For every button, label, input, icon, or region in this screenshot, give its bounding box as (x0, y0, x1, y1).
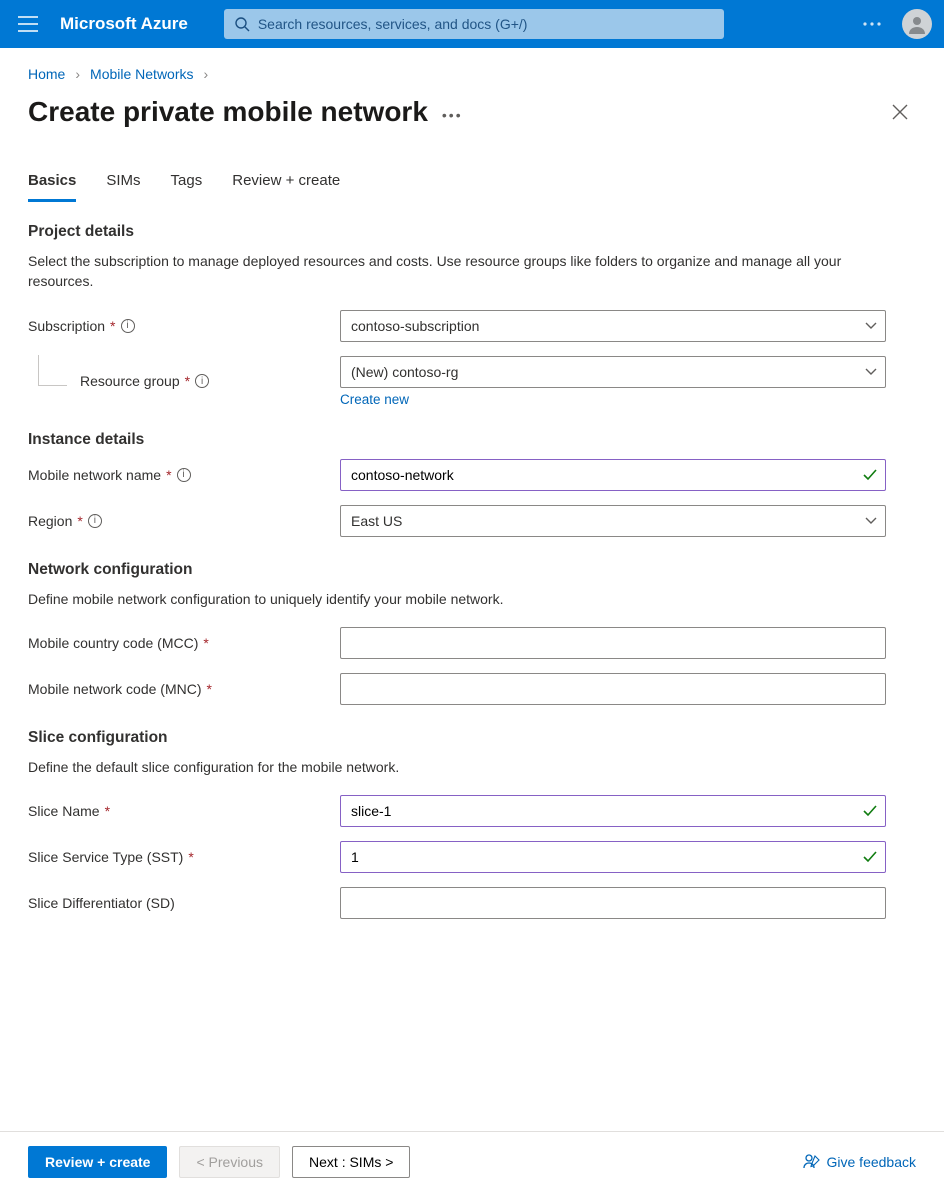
subscription-label: Subscription (28, 318, 105, 334)
required-indicator: * (188, 849, 193, 865)
network-configuration-heading: Network configuration (28, 561, 916, 579)
close-blade-button[interactable] (884, 100, 916, 124)
mcc-label: Mobile country code (MCC) (28, 635, 198, 651)
tab-tags[interactable]: Tags (171, 166, 203, 202)
required-indicator: * (105, 803, 110, 819)
required-indicator: * (203, 635, 208, 651)
previous-button: < Previous (179, 1146, 280, 1178)
region-label: Region (28, 513, 72, 529)
mobile-network-name-input[interactable] (351, 460, 855, 490)
slice-sd-input[interactable] (351, 888, 855, 918)
close-icon (892, 104, 908, 120)
instance-details-heading: Instance details (28, 431, 916, 449)
hamburger-menu-button[interactable] (8, 4, 48, 44)
check-icon (863, 851, 877, 863)
breadcrumbs: Home › Mobile Networks › (28, 66, 916, 82)
search-input[interactable] (258, 16, 714, 32)
chevron-down-icon (865, 322, 877, 330)
brand-label[interactable]: Microsoft Azure (60, 14, 188, 34)
user-avatar[interactable] (902, 9, 932, 39)
slice-name-input[interactable] (351, 796, 855, 826)
title-more-button[interactable]: ••• (442, 101, 463, 123)
slice-configuration-description: Define the default slice configuration f… (28, 757, 848, 777)
title-row: Create private mobile network ••• (28, 96, 916, 128)
required-indicator: * (110, 318, 115, 334)
tabs: Basics SIMs Tags Review + create (28, 166, 916, 203)
required-indicator: * (166, 467, 171, 483)
slice-sst-input-wrap (340, 841, 886, 873)
slice-sst-label: Slice Service Type (SST) (28, 849, 183, 865)
required-indicator: * (207, 681, 212, 697)
check-icon (863, 469, 877, 481)
required-indicator: * (185, 373, 190, 389)
slice-sd-input-wrap (340, 887, 886, 919)
project-details-heading: Project details (28, 223, 916, 241)
hamburger-icon (18, 16, 38, 32)
next-button[interactable]: Next : SIMs > (292, 1146, 410, 1178)
footer: Review + create < Previous Next : SIMs >… (0, 1131, 944, 1192)
info-icon[interactable]: i (121, 319, 135, 333)
mobile-network-name-label: Mobile network name (28, 467, 161, 483)
info-icon[interactable]: i (177, 468, 191, 482)
slice-sst-input[interactable] (351, 842, 855, 872)
tab-sims[interactable]: SIMs (106, 166, 140, 202)
search-icon (234, 16, 250, 32)
check-icon (863, 805, 877, 817)
more-actions-button[interactable] (860, 12, 884, 36)
required-indicator: * (77, 513, 82, 529)
section-project-details: Project details Select the subscription … (28, 223, 916, 407)
resource-group-select[interactable]: (New) contoso-rg (340, 356, 886, 388)
breadcrumb-mobile-networks[interactable]: Mobile Networks (90, 66, 193, 82)
slice-configuration-heading: Slice configuration (28, 729, 916, 747)
create-new-resource-group-link[interactable]: Create new (340, 392, 409, 407)
review-create-button[interactable]: Review + create (28, 1146, 167, 1178)
global-search[interactable] (224, 9, 724, 39)
section-network-configuration: Network configuration Define mobile netw… (28, 561, 916, 705)
mnc-input[interactable] (351, 674, 855, 704)
mnc-input-wrap (340, 673, 886, 705)
tab-basics[interactable]: Basics (28, 166, 76, 202)
mcc-input-wrap (340, 627, 886, 659)
mnc-label: Mobile network code (MNC) (28, 681, 202, 697)
info-icon[interactable]: i (88, 514, 102, 528)
user-icon (906, 13, 928, 35)
slice-name-label: Slice Name (28, 803, 100, 819)
resource-group-value: (New) contoso-rg (351, 364, 458, 380)
mobile-network-name-input-wrap (340, 459, 886, 491)
subscription-select[interactable]: contoso-subscription (340, 310, 886, 342)
slice-name-input-wrap (340, 795, 886, 827)
chevron-down-icon (865, 368, 877, 376)
chevron-down-icon (865, 517, 877, 525)
resource-group-label: Resource group (80, 373, 180, 389)
feedback-icon (803, 1153, 821, 1171)
tab-review-create[interactable]: Review + create (232, 166, 340, 202)
info-icon[interactable]: i (195, 374, 209, 388)
slice-sd-label: Slice Differentiator (SD) (28, 895, 175, 911)
ellipsis-icon (862, 21, 882, 27)
breadcrumb-sep: › (75, 66, 80, 82)
region-select[interactable]: East US (340, 505, 886, 537)
subscription-value: contoso-subscription (351, 318, 479, 334)
section-slice-configuration: Slice configuration Define the default s… (28, 729, 916, 919)
page-title: Create private mobile network (28, 96, 428, 128)
section-instance-details: Instance details Mobile network name * i… (28, 431, 916, 537)
breadcrumb-sep: › (204, 66, 209, 82)
project-details-description: Select the subscription to manage deploy… (28, 251, 848, 292)
region-value: East US (351, 513, 402, 529)
mcc-input[interactable] (351, 628, 855, 658)
topbar: Microsoft Azure (0, 0, 944, 48)
give-feedback-link[interactable]: Give feedback (803, 1153, 917, 1171)
breadcrumb-home[interactable]: Home (28, 66, 65, 82)
network-configuration-description: Define mobile network configuration to u… (28, 589, 848, 609)
feedback-label: Give feedback (827, 1154, 917, 1170)
